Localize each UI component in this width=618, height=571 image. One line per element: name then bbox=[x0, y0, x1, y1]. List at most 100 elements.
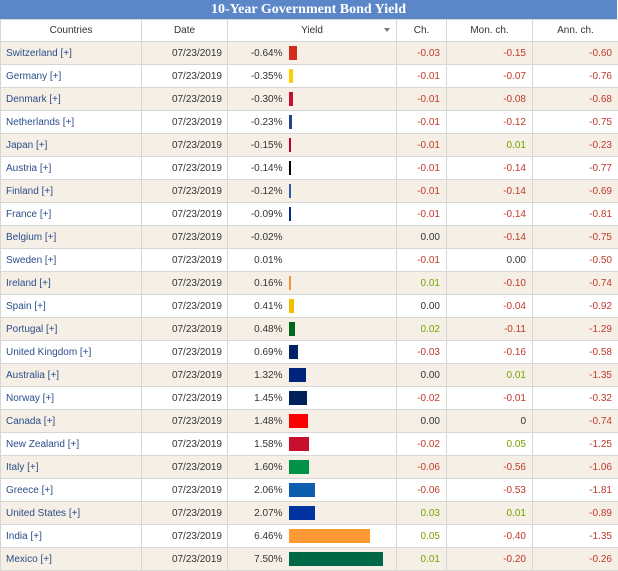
change-cell: -0.01 bbox=[397, 111, 447, 134]
header-countries[interactable]: Countries bbox=[1, 20, 142, 42]
monthly-change-cell: -0.14 bbox=[447, 226, 533, 249]
country-link[interactable]: Italy [+] bbox=[1, 456, 142, 479]
yield-bar bbox=[289, 92, 293, 106]
date-cell: 07/23/2019 bbox=[142, 203, 228, 226]
date-cell: 07/23/2019 bbox=[142, 456, 228, 479]
monthly-change-cell: -0.10 bbox=[447, 272, 533, 295]
yield-bar-cell bbox=[287, 364, 397, 387]
yield-bar-cell bbox=[287, 157, 397, 180]
yield-bar-cell bbox=[287, 387, 397, 410]
header-date[interactable]: Date bbox=[142, 20, 228, 42]
yield-bar bbox=[289, 322, 295, 336]
yield-bar-cell bbox=[287, 433, 397, 456]
date-cell: 07/23/2019 bbox=[142, 502, 228, 525]
yield-bar-cell bbox=[287, 42, 397, 65]
date-cell: 07/23/2019 bbox=[142, 410, 228, 433]
country-link[interactable]: Switzerland [+] bbox=[1, 42, 142, 65]
annual-change-cell: -0.75 bbox=[533, 226, 618, 249]
country-link[interactable]: Sweden [+] bbox=[1, 249, 142, 272]
table-body: Switzerland [+]07/23/2019-0.64%-0.03-0.1… bbox=[1, 42, 618, 571]
table-row: Austria [+]07/23/2019-0.14%-0.01-0.14-0.… bbox=[1, 157, 618, 180]
yield-bar-cell bbox=[287, 548, 397, 571]
country-link[interactable]: Ireland [+] bbox=[1, 272, 142, 295]
table-row: Italy [+]07/23/20191.60%-0.06-0.56-1.06 bbox=[1, 456, 618, 479]
annual-change-cell: -0.74 bbox=[533, 272, 618, 295]
table-row: Germany [+]07/23/2019-0.35%-0.01-0.07-0.… bbox=[1, 65, 618, 88]
change-cell: 0.01 bbox=[397, 548, 447, 571]
date-cell: 07/23/2019 bbox=[142, 364, 228, 387]
yield-bar bbox=[289, 299, 294, 313]
yield-bar-cell bbox=[287, 456, 397, 479]
country-link[interactable]: France [+] bbox=[1, 203, 142, 226]
monthly-change-cell: -0.01 bbox=[447, 387, 533, 410]
date-cell: 07/23/2019 bbox=[142, 272, 228, 295]
country-link[interactable]: Belgium [+] bbox=[1, 226, 142, 249]
yield-value: -0.02% bbox=[228, 226, 287, 249]
yield-bar bbox=[289, 529, 370, 543]
country-link[interactable]: Netherlands [+] bbox=[1, 111, 142, 134]
header-annual-change[interactable]: Ann. ch. bbox=[533, 20, 618, 42]
table-row: Greece [+]07/23/20192.06%-0.06-0.53-1.81 bbox=[1, 479, 618, 502]
yield-bar bbox=[289, 483, 315, 497]
country-link[interactable]: Norway [+] bbox=[1, 387, 142, 410]
change-cell: -0.06 bbox=[397, 456, 447, 479]
table-row: Japan [+]07/23/2019-0.15%-0.010.01-0.23 bbox=[1, 134, 618, 157]
country-link[interactable]: Japan [+] bbox=[1, 134, 142, 157]
yield-bar-cell bbox=[287, 318, 397, 341]
country-link[interactable]: Greece [+] bbox=[1, 479, 142, 502]
country-link[interactable]: Spain [+] bbox=[1, 295, 142, 318]
annual-change-cell: -0.68 bbox=[533, 88, 618, 111]
country-link[interactable]: Australia [+] bbox=[1, 364, 142, 387]
change-cell: -0.03 bbox=[397, 341, 447, 364]
monthly-change-cell: 0.01 bbox=[447, 134, 533, 157]
country-link[interactable]: Canada [+] bbox=[1, 410, 142, 433]
country-link[interactable]: Denmark [+] bbox=[1, 88, 142, 111]
bond-yield-widget: 10-Year Government Bond Yield Countries … bbox=[0, 0, 618, 568]
table-title: 10-Year Government Bond Yield bbox=[0, 0, 617, 19]
monthly-change-cell: -0.14 bbox=[447, 180, 533, 203]
date-cell: 07/23/2019 bbox=[142, 295, 228, 318]
header-change[interactable]: Ch. bbox=[397, 20, 447, 42]
yield-bar-cell bbox=[287, 525, 397, 548]
date-cell: 07/23/2019 bbox=[142, 226, 228, 249]
yield-value: 2.07% bbox=[228, 502, 287, 525]
yield-bar-cell bbox=[287, 88, 397, 111]
table-row: Switzerland [+]07/23/2019-0.64%-0.03-0.1… bbox=[1, 42, 618, 65]
change-cell: 0.02 bbox=[397, 318, 447, 341]
country-link[interactable]: Finland [+] bbox=[1, 180, 142, 203]
date-cell: 07/23/2019 bbox=[142, 65, 228, 88]
monthly-change-cell: -0.07 bbox=[447, 65, 533, 88]
country-link[interactable]: United Kingdom [+] bbox=[1, 341, 142, 364]
yield-bar-cell bbox=[287, 226, 397, 249]
country-link[interactable]: United States [+] bbox=[1, 502, 142, 525]
yield-value: 1.60% bbox=[228, 456, 287, 479]
yield-value: -0.64% bbox=[228, 42, 287, 65]
table-row: India [+]07/23/20196.46%0.05-0.40-1.35 bbox=[1, 525, 618, 548]
country-link[interactable]: Germany [+] bbox=[1, 65, 142, 88]
change-cell: -0.06 bbox=[397, 479, 447, 502]
yield-bar-cell bbox=[287, 295, 397, 318]
table-row: Norway [+]07/23/20191.45%-0.02-0.01-0.32 bbox=[1, 387, 618, 410]
header-monthly-change[interactable]: Mon. ch. bbox=[447, 20, 533, 42]
table-row: United Kingdom [+]07/23/20190.69%-0.03-0… bbox=[1, 341, 618, 364]
change-cell: -0.01 bbox=[397, 88, 447, 111]
monthly-change-cell: -0.53 bbox=[447, 479, 533, 502]
yield-bar bbox=[289, 506, 315, 520]
country-link[interactable]: India [+] bbox=[1, 525, 142, 548]
country-link[interactable]: Austria [+] bbox=[1, 157, 142, 180]
header-yield[interactable]: Yield bbox=[228, 20, 397, 42]
country-link[interactable]: New Zealand [+] bbox=[1, 433, 142, 456]
change-cell: 0.01 bbox=[397, 272, 447, 295]
change-cell: -0.01 bbox=[397, 249, 447, 272]
monthly-change-cell: 0 bbox=[447, 410, 533, 433]
yield-value: 2.06% bbox=[228, 479, 287, 502]
yield-value: -0.30% bbox=[228, 88, 287, 111]
annual-change-cell: -0.76 bbox=[533, 65, 618, 88]
yield-value: -0.15% bbox=[228, 134, 287, 157]
country-link[interactable]: Mexico [+] bbox=[1, 548, 142, 571]
date-cell: 07/23/2019 bbox=[142, 318, 228, 341]
yield-value: 6.46% bbox=[228, 525, 287, 548]
yield-value: 1.58% bbox=[228, 433, 287, 456]
change-cell: -0.02 bbox=[397, 387, 447, 410]
country-link[interactable]: Portugal [+] bbox=[1, 318, 142, 341]
